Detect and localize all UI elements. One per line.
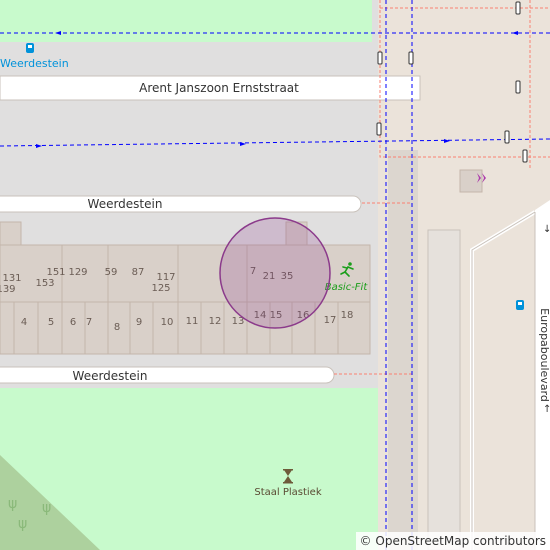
bus-stop-label[interactable]: Weerdestein: [0, 57, 69, 70]
weerdestein-road-bottom: [0, 366, 335, 384]
map-canvas[interactable]: ψ ψ ψ ↓ ↑ Weerdestein Arent Janszoon Ern…: [0, 0, 550, 550]
svg-text:17: 17: [324, 315, 337, 326]
svg-text:11: 11: [186, 316, 199, 327]
svg-text:139: 139: [0, 284, 16, 295]
svg-text:10: 10: [161, 317, 174, 328]
svg-text:4: 4: [21, 317, 27, 328]
svg-text:87: 87: [132, 267, 145, 278]
arent-janszoon-ernststraat-label: Arent Janszoon Ernststraat: [139, 81, 299, 95]
svg-text:9: 9: [136, 317, 142, 328]
oneway-arrow-icon: ↓: [543, 224, 550, 235]
weerdestein-top-label: Weerdestein: [88, 197, 163, 211]
svg-text:117: 117: [156, 272, 175, 283]
svg-text:7: 7: [86, 317, 92, 328]
weerdestein-bottom-label: Weerdestein: [73, 369, 148, 383]
attribution-link[interactable]: OpenStreetMap contributors: [375, 534, 546, 548]
attribution: © OpenStreetMap contributors: [355, 532, 550, 550]
svg-text:5: 5: [48, 317, 54, 328]
weerdestein-road-top: [0, 195, 362, 213]
tree-icon: ψ: [18, 516, 27, 532]
svg-text:129: 129: [68, 267, 87, 278]
europaboulevard-label: Europaboulevard: [538, 308, 550, 402]
svg-text:151: 151: [46, 267, 65, 278]
svg-text:153: 153: [35, 278, 54, 289]
building-small-left: [0, 221, 22, 246]
svg-text:125: 125: [151, 283, 170, 294]
road-right: [388, 150, 418, 550]
svg-text:6: 6: [70, 317, 76, 328]
bus-stop-icon[interactable]: [26, 43, 34, 53]
oneway-arrow-icon-2: ↑: [543, 404, 550, 415]
location-highlight-circle[interactable]: [219, 217, 331, 329]
gym-label[interactable]: Basic-Fit: [325, 282, 369, 293]
park-top: [0, 0, 372, 42]
svg-text:18: 18: [341, 310, 354, 321]
tree-icon-3: ψ: [8, 496, 17, 512]
plaza-right: [427, 229, 461, 550]
bus-stop-icon-right[interactable]: [516, 300, 524, 310]
shop-building: [459, 169, 483, 193]
copyright-symbol: ©: [359, 534, 372, 548]
svg-text:59: 59: [105, 267, 118, 278]
svg-text:12: 12: [209, 316, 222, 327]
tree-icon-2: ψ: [42, 500, 51, 516]
svg-text:131: 131: [2, 273, 21, 284]
artwork-label[interactable]: Staal Plastiek: [254, 487, 321, 498]
svg-text:8: 8: [114, 322, 120, 333]
